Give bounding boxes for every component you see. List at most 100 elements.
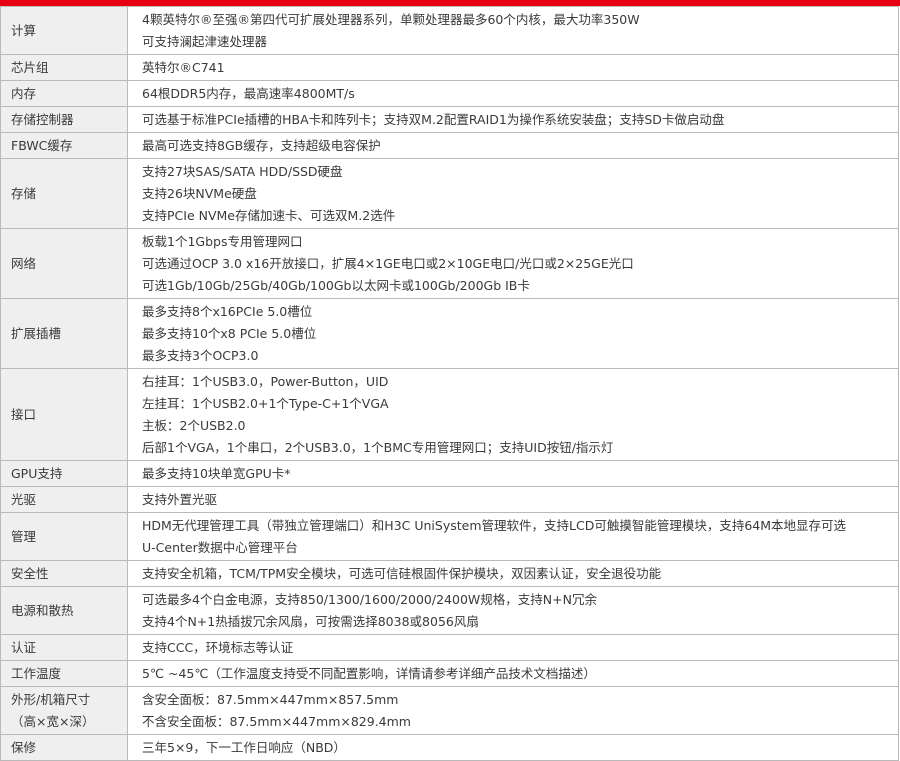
spec-value-cell: 最多支持8个x16PCIe 5.0槽位 最多支持10个x8 PCIe 5.0槽位最… bbox=[127, 298, 899, 369]
spec-label-cell: 电源和散热 bbox=[0, 586, 128, 635]
spec-label: （高×宽×深） bbox=[11, 714, 95, 729]
spec-value-cell: 含安全面板：87.5mm×447mm×857.5mm 不含安全面板：87.5mm×… bbox=[127, 686, 899, 735]
spec-row: 安全性 支持安全机箱，TCM/TPM安全模块，可选可信硅根固件保护模块，双因素认证… bbox=[0, 560, 899, 587]
spec-table: 计算 4颗英特尔®至强®第四代可扩展处理器系列，单颗处理器最多60个内核，最大功率… bbox=[0, 6, 899, 761]
spec-row: 工作温度 5℃ ~45℃（工作温度支持受不同配置影响，详情请参考详细产品技术文档描… bbox=[0, 660, 899, 687]
spec-label: 管理 bbox=[11, 529, 37, 544]
spec-row: 接口 右挂耳：1个USB3.0，Power-Button，UID 左挂耳：1个USB… bbox=[0, 368, 899, 461]
spec-value-line: 最多支持10块单宽GPU卡* bbox=[142, 466, 291, 481]
spec-label-cell: 芯片组 bbox=[0, 54, 128, 81]
spec-row: 芯片组 英特尔®C741 bbox=[0, 54, 899, 81]
spec-value-line: 不含安全面板：87.5mm×447mm×829.4mm bbox=[142, 714, 411, 729]
spec-label: 接口 bbox=[11, 407, 37, 422]
spec-value-cell: 支持27块SAS/SATA HDD/SSD硬盘 支持26块NVMe硬盘支持PCIe… bbox=[127, 158, 899, 229]
spec-value-cell: 最多支持10块单宽GPU卡* bbox=[127, 460, 899, 487]
spec-value-line: 支持26块NVMe硬盘 bbox=[142, 186, 257, 201]
spec-value-cell: 板载1个1Gbps专用管理网口可选通过OCP 3.0 x16开放接口，扩展4×1… bbox=[127, 228, 899, 299]
spec-value-cell: 英特尔®C741 bbox=[127, 54, 899, 81]
spec-label: 网络 bbox=[11, 256, 37, 271]
spec-value-cell: HDM无代理管理工具（带独立管理端口）和H3C UniSystem管理软件，支持… bbox=[127, 512, 899, 561]
spec-label-cell: 保修 bbox=[0, 734, 128, 761]
spec-label: 存储 bbox=[11, 186, 37, 201]
spec-row: 外形/机箱尺寸 （高×宽×深） 含安全面板：87.5mm×447mm×857.5mm… bbox=[0, 686, 899, 735]
spec-table-body: 计算 4颗英特尔®至强®第四代可扩展处理器系列，单颗处理器最多60个内核，最大功率… bbox=[0, 6, 899, 761]
spec-label: 保修 bbox=[11, 740, 37, 755]
spec-value-line: 5℃ ~45℃（工作温度支持受不同配置影响，详情请参考详细产品技术文档描述） bbox=[142, 666, 596, 681]
spec-label: 电源和散热 bbox=[11, 603, 74, 618]
spec-value-line: 含安全面板：87.5mm×447mm×857.5mm bbox=[142, 692, 399, 707]
spec-value-line: 64根DDR5内存，最高速率4800MT/s bbox=[142, 86, 355, 101]
spec-row: 认证 支持CCC，环境标志等认证 bbox=[0, 634, 899, 661]
spec-value-cell: 4颗英特尔®至强®第四代可扩展处理器系列，单颗处理器最多60个内核，最大功率35… bbox=[127, 6, 899, 55]
spec-value-cell: 支持外置光驱 bbox=[127, 486, 899, 513]
spec-row: 内存 64根DDR5内存，最高速率4800MT/s bbox=[0, 80, 899, 107]
spec-label: 芯片组 bbox=[11, 60, 49, 75]
spec-value-cell: 64根DDR5内存，最高速率4800MT/s bbox=[127, 80, 899, 107]
spec-label: 存储控制器 bbox=[11, 112, 74, 127]
spec-value-line: 支持CCC，环境标志等认证 bbox=[142, 640, 294, 655]
spec-value-line: 支持27块SAS/SATA HDD/SSD硬盘 bbox=[142, 164, 343, 179]
spec-value-cell: 可选基于标准PCIe插槽的HBA卡和阵列卡；支持双M.2配置RAID1为操作系统… bbox=[127, 106, 899, 133]
spec-label-cell: 光驱 bbox=[0, 486, 128, 513]
spec-value-cell: 支持安全机箱，TCM/TPM安全模块，可选可信硅根固件保护模块，双因素认证，安全… bbox=[127, 560, 899, 587]
spec-value-line: 主板：2个USB2.0 bbox=[142, 418, 246, 433]
spec-value-cell: 右挂耳：1个USB3.0，Power-Button，UID 左挂耳：1个USB2.… bbox=[127, 368, 899, 461]
spec-value-line: 可选最多4个白金电源，支持850/1300/1600/2000/2400W规格，… bbox=[142, 592, 597, 607]
spec-label-cell: FBWC缓存 bbox=[0, 132, 128, 159]
spec-value-line: 支持外置光驱 bbox=[142, 492, 218, 507]
spec-label-cell: 计算 bbox=[0, 6, 128, 55]
spec-value-cell: 可选最多4个白金电源，支持850/1300/1600/2000/2400W规格，… bbox=[127, 586, 899, 635]
spec-label: 扩展插槽 bbox=[11, 326, 62, 341]
spec-value-line: 支持安全机箱，TCM/TPM安全模块，可选可信硅根固件保护模块，双因素认证，安全… bbox=[142, 566, 662, 581]
spec-value-line: 后部1个VGA，1个串口，2个USB3.0，1个BMC专用管理网口；支持UID按… bbox=[142, 440, 614, 455]
spec-label-cell: 网络 bbox=[0, 228, 128, 299]
spec-value-line: 板载1个1Gbps专用管理网口 bbox=[142, 234, 303, 249]
spec-row: 保修 三年5×9，下一工作日响应（NBD） bbox=[0, 734, 899, 761]
spec-row: 存储控制器 可选基于标准PCIe插槽的HBA卡和阵列卡；支持双M.2配置RAID1… bbox=[0, 106, 899, 133]
spec-row: 网络 板载1个1Gbps专用管理网口可选通过OCP 3.0 x16开放接口，扩展4… bbox=[0, 228, 899, 299]
spec-value-line: 4颗英特尔®至强®第四代可扩展处理器系列，单颗处理器最多60个内核，最大功率35… bbox=[142, 12, 640, 27]
spec-value-line: 可选基于标准PCIe插槽的HBA卡和阵列卡；支持双M.2配置RAID1为操作系统… bbox=[142, 112, 725, 127]
spec-value-line: HDM无代理管理工具（带独立管理端口）和H3C UniSystem管理软件，支持… bbox=[142, 518, 847, 533]
spec-value-line: 支持4个N+1热插拔冗余风扇，可按需选择8038或8056风扇 bbox=[142, 614, 479, 629]
spec-label: 安全性 bbox=[11, 566, 49, 581]
spec-row: 计算 4颗英特尔®至强®第四代可扩展处理器系列，单颗处理器最多60个内核，最大功率… bbox=[0, 6, 899, 55]
spec-row: FBWC缓存 最高可选支持8GB缓存，支持超级电容保护 bbox=[0, 132, 899, 159]
spec-label: 外形/机箱尺寸 bbox=[11, 692, 91, 707]
spec-label-cell: 扩展插槽 bbox=[0, 298, 128, 369]
spec-value-cell: 支持CCC，环境标志等认证 bbox=[127, 634, 899, 661]
spec-value-line: 最多支持8个x16PCIe 5.0槽位 bbox=[142, 304, 313, 319]
spec-value-line: 英特尔®C741 bbox=[142, 60, 225, 75]
spec-label-cell: 内存 bbox=[0, 80, 128, 107]
spec-value-line: 最多支持10个x8 PCIe 5.0槽位 bbox=[142, 326, 317, 341]
spec-value-line: 可支持澜起津速处理器 bbox=[142, 34, 268, 49]
spec-label-cell: 管理 bbox=[0, 512, 128, 561]
spec-row: 管理 HDM无代理管理工具（带独立管理端口）和H3C UniSystem管理软件，… bbox=[0, 512, 899, 561]
spec-label-cell: 存储控制器 bbox=[0, 106, 128, 133]
spec-label-cell: GPU支持 bbox=[0, 460, 128, 487]
spec-value-line: 最高可选支持8GB缓存，支持超级电容保护 bbox=[142, 138, 381, 153]
spec-value-line: 左挂耳：1个USB2.0+1个Type-C+1个VGA bbox=[142, 396, 389, 411]
spec-row: 电源和散热 可选最多4个白金电源，支持850/1300/1600/2000/240… bbox=[0, 586, 899, 635]
spec-label-cell: 外形/机箱尺寸 （高×宽×深） bbox=[0, 686, 128, 735]
spec-label: 光驱 bbox=[11, 492, 37, 507]
spec-value-line: 最多支持3个OCP3.0 bbox=[142, 348, 259, 363]
spec-value-line: 三年5×9，下一工作日响应（NBD） bbox=[142, 740, 346, 755]
spec-label-cell: 安全性 bbox=[0, 560, 128, 587]
spec-value-line: 右挂耳：1个USB3.0，Power-Button，UID bbox=[142, 374, 389, 389]
spec-value-line: 可选通过OCP 3.0 x16开放接口，扩展4×1GE电口或2×10GE电口/光… bbox=[142, 256, 634, 271]
spec-row: GPU支持 最多支持10块单宽GPU卡* bbox=[0, 460, 899, 487]
spec-label: FBWC缓存 bbox=[11, 138, 73, 153]
spec-label: 认证 bbox=[11, 640, 37, 655]
spec-value-cell: 最高可选支持8GB缓存，支持超级电容保护 bbox=[127, 132, 899, 159]
spec-label: GPU支持 bbox=[11, 466, 63, 481]
spec-label: 计算 bbox=[11, 23, 37, 38]
spec-label: 内存 bbox=[11, 86, 37, 101]
spec-label-cell: 认证 bbox=[0, 634, 128, 661]
spec-value-line: U-Center数据中心管理平台 bbox=[142, 540, 298, 555]
spec-label-cell: 工作温度 bbox=[0, 660, 128, 687]
spec-value-line: 支持PCIe NVMe存储加速卡、可选双M.2选件 bbox=[142, 208, 396, 223]
spec-label: 工作温度 bbox=[11, 666, 62, 681]
spec-label-cell: 存储 bbox=[0, 158, 128, 229]
spec-value-cell: 5℃ ~45℃（工作温度支持受不同配置影响，详情请参考详细产品技术文档描述） bbox=[127, 660, 899, 687]
